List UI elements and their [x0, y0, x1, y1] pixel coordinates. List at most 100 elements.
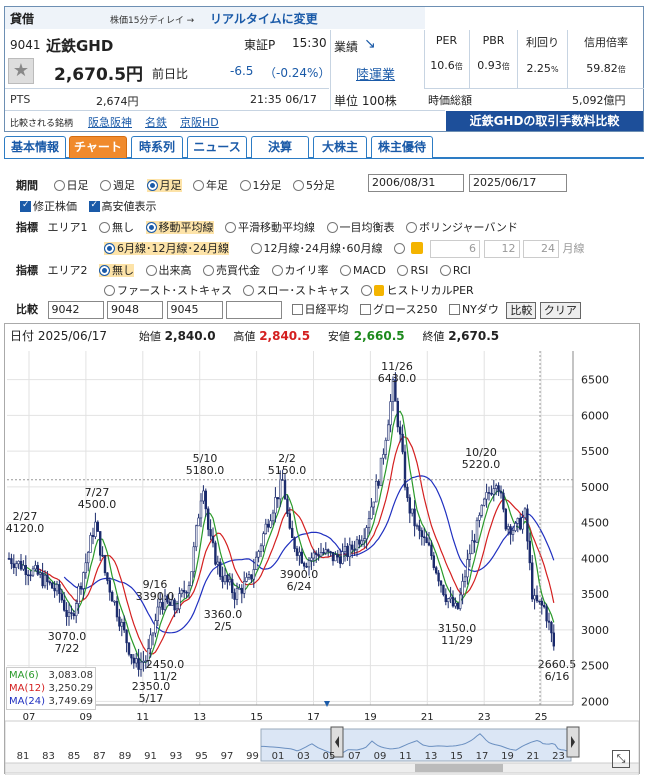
- annotation-bottom: 7/22: [55, 642, 80, 655]
- area2-rci[interactable]: RCI: [439, 264, 471, 277]
- compare-input-1[interactable]: 9042: [47, 301, 104, 319]
- area1-ma[interactable]: 移動平均線: [145, 221, 214, 234]
- candle-body: [343, 545, 347, 552]
- compare-input-4[interactable]: [226, 301, 282, 319]
- annotation-bottom: 2/5: [214, 620, 232, 633]
- y-tick-label: 2000: [581, 695, 609, 708]
- gyoseki-icon[interactable]: ↘: [364, 36, 376, 52]
- candle-body: [266, 523, 270, 528]
- area2-volume[interactable]: 出来高: [145, 264, 192, 277]
- period-5min[interactable]: 5分足: [293, 179, 335, 192]
- area1-ichimoku[interactable]: 一目均衡表: [326, 221, 395, 234]
- tab-earnings[interactable]: 決算: [251, 136, 309, 158]
- area2-hist-per[interactable]: ヒストリカルPER: [361, 284, 474, 297]
- date-to-input[interactable]: 2025/06/17: [469, 174, 567, 192]
- candle-body: [478, 515, 481, 521]
- area1-ema[interactable]: 平滑移動平均線: [225, 221, 315, 234]
- area2-fast-stoch[interactable]: ファースト･ストキャス: [104, 284, 232, 297]
- tab-shareholders[interactable]: 大株主: [313, 136, 367, 158]
- candle-body: [302, 562, 306, 567]
- candle-body: [195, 525, 198, 548]
- candle-body: [480, 504, 483, 516]
- area2-turnover[interactable]: 売買代金: [203, 264, 260, 277]
- period-monthly[interactable]: 月足: [146, 179, 182, 192]
- gyoseki-label: 業績: [334, 40, 359, 54]
- candle-body: [29, 574, 32, 577]
- ma-custom-3[interactable]: 24: [523, 240, 559, 258]
- date-from-input[interactable]: 2006/08/31: [368, 174, 464, 192]
- period-daily[interactable]: 日足: [53, 179, 89, 192]
- candle-body: [142, 661, 145, 663]
- favorite-star-icon[interactable]: ★: [8, 58, 34, 84]
- candle-body: [398, 426, 402, 435]
- candle-body: [130, 654, 133, 659]
- candle-body: [408, 497, 411, 514]
- growth-checkbox[interactable]: グロース250: [360, 303, 437, 316]
- area2-macd[interactable]: MACD: [340, 264, 386, 277]
- fee-compare-button[interactable]: 近鉄GHDの取引手数料比較: [446, 111, 643, 131]
- candle-body: [526, 508, 529, 542]
- adjusted-price-checkbox[interactable]: 修正株価: [20, 200, 77, 213]
- nydow-checkbox[interactable]: NYダウ: [448, 303, 499, 316]
- compare-stock-2[interactable]: 名鉄: [145, 114, 167, 130]
- expand-icon[interactable]: ⤡: [612, 750, 630, 768]
- y-tick-label: 2500: [581, 660, 609, 673]
- compare-stock-1[interactable]: 阪急阪神: [88, 114, 132, 130]
- candle-body: [247, 574, 251, 578]
- compare-input-3[interactable]: 9045: [166, 301, 223, 319]
- candle-body: [382, 454, 385, 459]
- area2-rsi[interactable]: RSI: [397, 264, 428, 277]
- area2-deviation[interactable]: カイリ率: [271, 264, 329, 277]
- clear-button[interactable]: クリア: [539, 301, 581, 319]
- candle-body: [300, 551, 303, 564]
- area1-none[interactable]: 無し: [99, 221, 134, 234]
- candle-body: [226, 574, 229, 583]
- candle-body: [482, 498, 486, 506]
- candle-body: [221, 576, 224, 583]
- nikkei-checkbox[interactable]: 日経平均: [291, 303, 349, 316]
- candle-body: [310, 557, 313, 561]
- realtime-link[interactable]: リアルタイムに変更: [210, 10, 318, 27]
- metric-per: PER 10.6倍: [424, 30, 470, 88]
- candle-body: [259, 545, 263, 552]
- candle-body: [446, 598, 450, 603]
- candle-body: [487, 492, 491, 494]
- candle-body: [238, 587, 241, 590]
- candle-body: [298, 551, 301, 556]
- tab-basic-info[interactable]: 基本情報: [4, 136, 66, 158]
- area2-none[interactable]: 無し: [99, 264, 134, 277]
- tab-chart[interactable]: チャート: [69, 136, 127, 158]
- candle-body: [219, 561, 222, 577]
- compare-button[interactable]: 比較: [506, 301, 537, 319]
- candle-body: [87, 552, 90, 564]
- update-time: 15:30: [292, 36, 327, 50]
- navigator-year-label: 19: [501, 751, 514, 762]
- candle-body: [50, 582, 54, 589]
- candle-body: [7, 558, 11, 560]
- area1-bollinger[interactable]: ボリンジャーバンド: [406, 221, 518, 234]
- ma-custom-1[interactable]: 6: [430, 240, 480, 258]
- ma-custom-2[interactable]: 12: [483, 240, 520, 258]
- navigator-year-label: 05: [323, 751, 336, 762]
- tab-benefits[interactable]: 株主優待: [371, 136, 433, 158]
- ma-custom[interactable]: [394, 242, 407, 255]
- area2-slow-stoch[interactable]: スロー･ストキャス: [243, 284, 350, 297]
- period-yearly[interactable]: 年足: [193, 179, 228, 192]
- tab-timeseries[interactable]: 時系列: [131, 136, 183, 158]
- compare-input-2[interactable]: 9048: [107, 301, 163, 319]
- candle-body: [240, 587, 243, 594]
- hilo-checkbox[interactable]: 高安値表示: [88, 200, 157, 213]
- candle-body: [62, 599, 66, 611]
- ma-6-12-24[interactable]: 6月線･12月線･24月線: [104, 242, 229, 255]
- candle-body: [348, 544, 351, 558]
- period-weekly[interactable]: 週足: [100, 179, 135, 192]
- tab-news[interactable]: ニュース: [187, 136, 247, 158]
- candle-body: [15, 563, 18, 568]
- ma-12-24-60[interactable]: 12月線･24月線･60月線: [250, 242, 383, 255]
- sector-link[interactable]: 陸運業: [356, 64, 395, 83]
- candle-body: [70, 612, 73, 614]
- pts-time: 21:35 06/17: [250, 93, 317, 106]
- compare-stock-3[interactable]: 京阪HD: [180, 114, 219, 130]
- period-1min[interactable]: 1分足: [239, 179, 282, 192]
- price-chart[interactable]: 2/274120.07/274500.03070.07/229/163390.0…: [5, 343, 639, 775]
